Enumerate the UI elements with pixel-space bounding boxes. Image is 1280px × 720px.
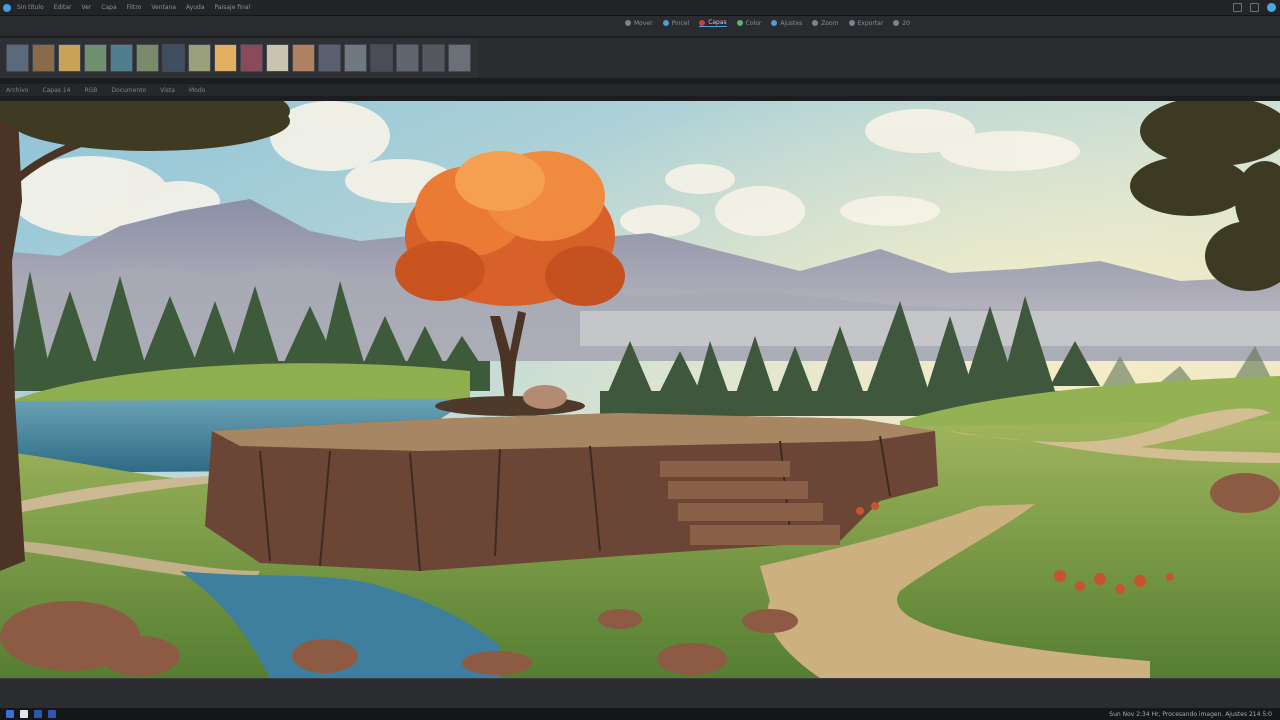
editor-icon[interactable] (34, 710, 42, 718)
size-icon (893, 20, 900, 26)
menu-item-help[interactable]: Ayuda (186, 4, 205, 11)
start-icon[interactable] (6, 710, 14, 718)
thumbnail[interactable] (110, 44, 133, 72)
tool-adjust[interactable]: Ajustes (771, 20, 802, 27)
tool-label: Pincel (671, 19, 690, 27)
tool-label: Capas (708, 19, 727, 26)
menu-item-file[interactable]: Sin título (17, 4, 44, 11)
taskbar: Sun Nov 2:34 Hr, Procesando imagen. Ajus… (0, 708, 1280, 720)
thumbnail[interactable] (32, 44, 55, 72)
tool-label: Zoom (821, 19, 839, 27)
color-icon (736, 20, 743, 26)
tool-color[interactable]: Color (736, 19, 762, 27)
tool-label: Exportar (857, 19, 884, 27)
document-info-bar: Archivo Capas 14 RGB Documento Vista Mod… (0, 84, 1280, 96)
thumbnail[interactable] (370, 44, 393, 72)
thumbnail[interactable] (162, 44, 185, 72)
thumbnail[interactable] (448, 44, 471, 72)
image-canvas[interactable] (0, 101, 1280, 678)
info-item[interactable]: Vista (160, 87, 175, 94)
thumbnail[interactable] (84, 44, 107, 72)
tool-move[interactable]: Mover (625, 20, 653, 27)
thumbnail[interactable] (240, 44, 263, 72)
document-title: Paisaje final (214, 4, 251, 11)
app-logo-icon (3, 3, 11, 12)
tool-options-bar: Mover Pincel Capas Color Ajustes Zoom Ex… (0, 16, 1280, 36)
thumbnail[interactable] (136, 44, 159, 72)
menu-item-view[interactable]: Ver (81, 4, 91, 11)
info-item[interactable]: Documento (111, 87, 146, 94)
bottom-panel (0, 678, 1280, 709)
tool-export[interactable]: Exportar (848, 19, 884, 27)
thumbnail[interactable] (318, 44, 341, 72)
options-panel (478, 38, 1280, 78)
tool-label: Color (745, 19, 762, 27)
browser-icon[interactable] (20, 710, 28, 718)
thumbnail[interactable] (344, 44, 367, 72)
thumbnail-strip (0, 38, 478, 78)
minimize-icon[interactable] (1233, 3, 1242, 12)
menu-item-filter[interactable]: Filtro (127, 4, 142, 11)
thumbnail[interactable] (58, 44, 81, 72)
tool-size[interactable]: 20 (893, 20, 910, 27)
info-item[interactable]: Modo (189, 87, 205, 94)
folder-icon[interactable] (48, 710, 56, 718)
landscape-artwork (0, 101, 1280, 678)
tool-brush[interactable]: Pincel (662, 19, 690, 27)
thumbnail[interactable] (266, 44, 289, 72)
info-item[interactable]: Archivo (6, 87, 28, 94)
tool-layers[interactable]: Capas (699, 19, 727, 27)
tool-group: Mover Pincel Capas Color Ajustes Zoom Ex… (625, 19, 910, 27)
menu-item-layer[interactable]: Capa (101, 4, 116, 11)
menu-item-window[interactable]: Ventana (151, 4, 176, 11)
user-avatar[interactable] (1267, 3, 1276, 12)
tool-zoom[interactable]: Zoom (812, 19, 839, 27)
tool-label: Ajustes (780, 19, 803, 27)
brush-icon (662, 20, 669, 26)
window-controls (1233, 3, 1276, 12)
boulder (523, 385, 567, 409)
maximize-icon[interactable] (1250, 3, 1259, 12)
export-icon (848, 20, 855, 26)
menu-bar: Sin título Editar Ver Capa Filtro Ventan… (17, 4, 250, 11)
title-bar: Sin título Editar Ver Capa Filtro Ventan… (0, 0, 1280, 16)
tool-label: Mover (634, 19, 653, 27)
taskbar-status: Sun Nov 2:34 Hr, Procesando imagen. Ajus… (1109, 710, 1272, 718)
valley-mist (580, 311, 1280, 346)
tool-label: 20 (902, 19, 910, 27)
info-item[interactable]: RGB (84, 87, 97, 94)
thumbnail[interactable] (396, 44, 419, 72)
zoom-icon (812, 20, 819, 26)
thumbnail[interactable] (214, 44, 237, 72)
thumbnail[interactable] (6, 44, 29, 72)
thumbnail[interactable] (292, 44, 315, 72)
thumbnail[interactable] (422, 44, 445, 72)
menu-item-edit[interactable]: Editar (54, 4, 72, 11)
info-item[interactable]: Capas 14 (42, 87, 70, 94)
thumbnail[interactable] (188, 44, 211, 72)
layers-icon (699, 19, 706, 26)
adjust-icon (771, 20, 778, 26)
move-icon (625, 20, 631, 26)
